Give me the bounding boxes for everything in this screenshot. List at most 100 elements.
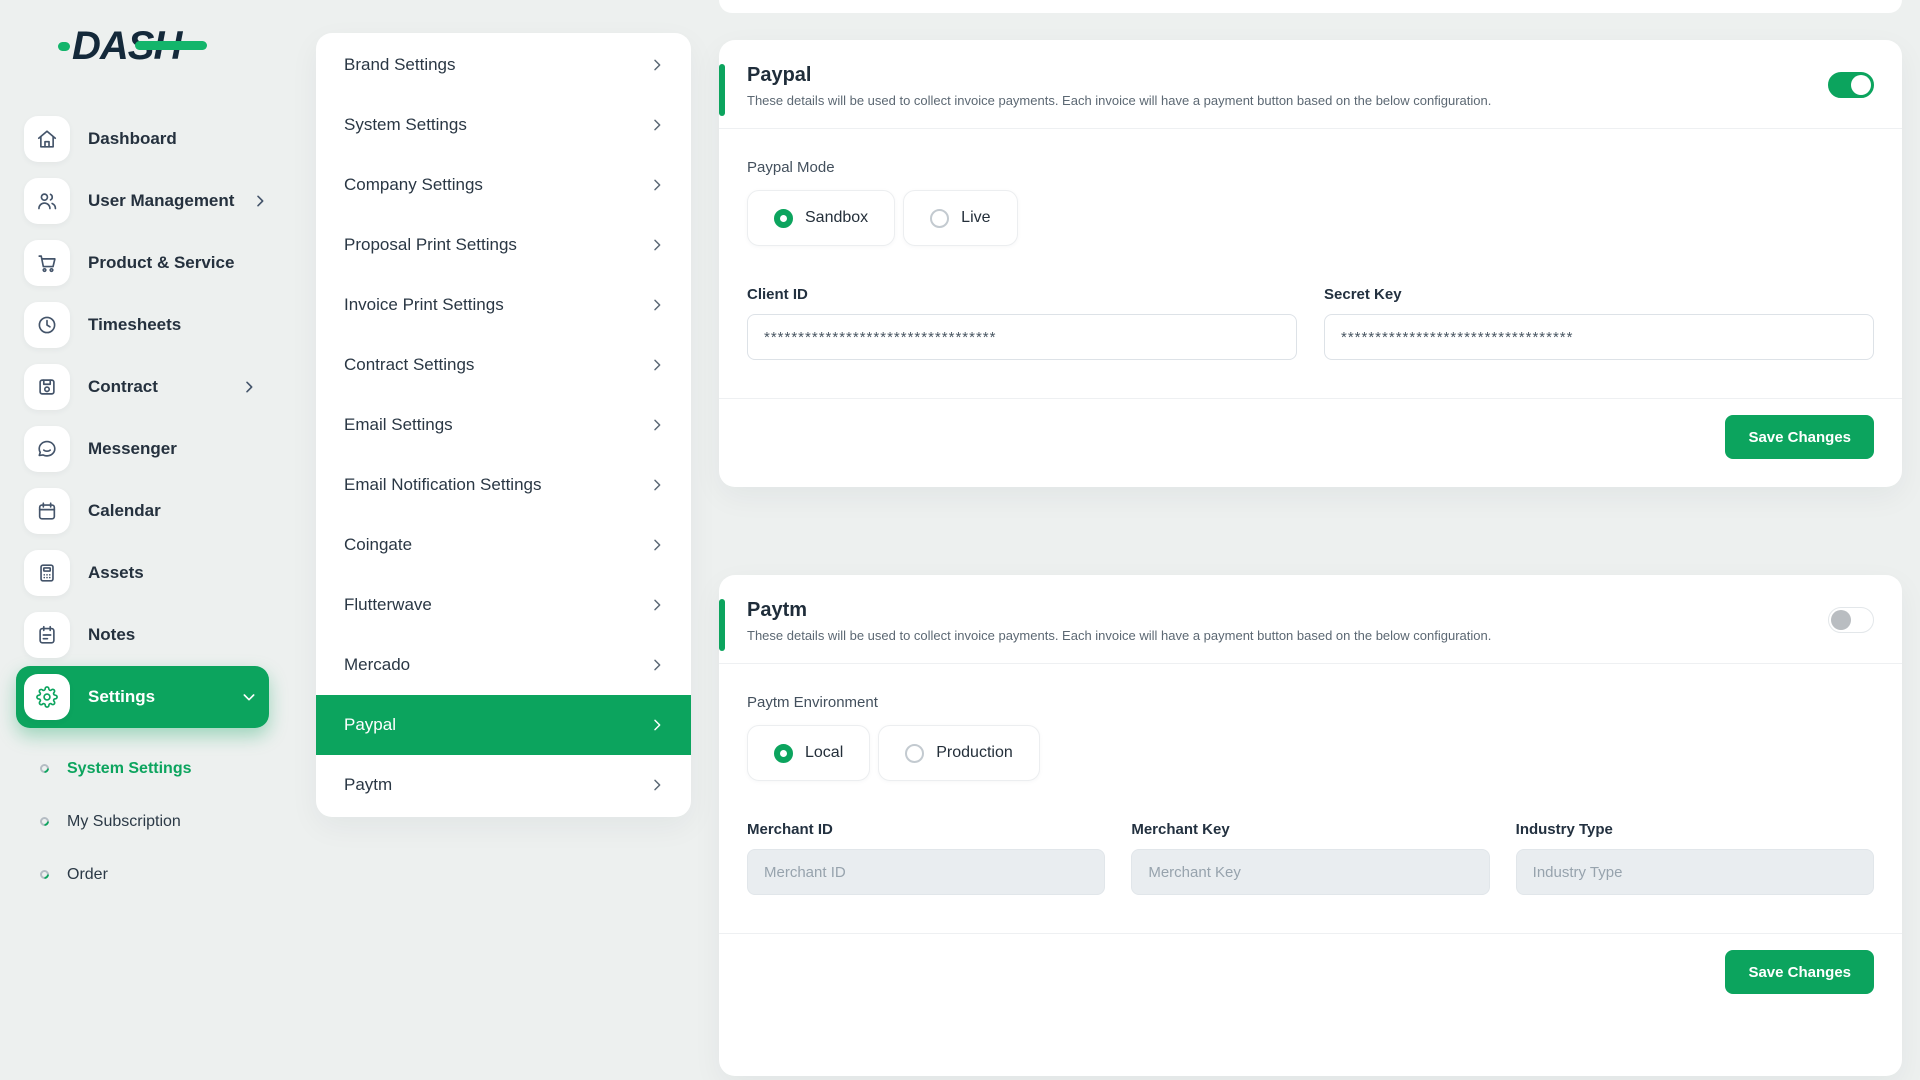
toggle-knob	[1831, 610, 1851, 630]
settings-menu-item[interactable]: Company Settings	[316, 155, 691, 215]
sidebar-item[interactable]: Calendar	[16, 480, 269, 542]
clock-icon	[36, 314, 58, 336]
chevron-right-icon	[649, 117, 665, 133]
sidebar-item[interactable]: Assets	[16, 542, 269, 604]
text-input[interactable]	[747, 314, 1297, 360]
form-field: Merchant ID	[747, 821, 1105, 895]
sidebar-subitem[interactable]: System Settings	[40, 742, 270, 795]
paytm-description: These details will be used to collect in…	[747, 628, 1874, 643]
chevron-right-icon	[649, 597, 665, 613]
chevron-right-icon	[649, 357, 665, 373]
chat-icon	[36, 438, 58, 460]
paypal-mode-options: Sandbox Live	[747, 190, 1874, 246]
chevron-right-icon	[649, 657, 665, 673]
save-changes-button[interactable]: Save Changes	[1725, 415, 1874, 459]
radio-option-label: Live	[961, 209, 990, 227]
field-label: Secret Key	[1324, 286, 1874, 303]
sidebar-item-label: Settings	[88, 687, 155, 707]
paytm-enabled-toggle[interactable]	[1828, 607, 1874, 633]
radio-option-label: Local	[805, 744, 843, 762]
app-logo: DASH	[72, 24, 181, 68]
settings-menu-item-label: Email Settings	[344, 415, 453, 435]
paypal-fields: Client ID Secret Key	[747, 286, 1874, 360]
settings-menu-item[interactable]: Paytm	[316, 755, 691, 815]
settings-menu-item[interactable]: Email Settings	[316, 395, 691, 455]
sidebar-item-icon-box	[24, 612, 70, 658]
sidebar-subitem[interactable]: Order	[40, 848, 270, 901]
settings-menu-item[interactable]: Email Notification Settings	[316, 455, 691, 515]
text-input[interactable]	[1131, 849, 1489, 895]
sidebar-item-label: Messenger	[88, 439, 177, 459]
calendar-icon	[36, 500, 58, 522]
form-field: Client ID	[747, 286, 1297, 360]
form-field: Merchant Key	[1131, 821, 1489, 895]
sidebar-item-icon-box	[24, 488, 70, 534]
paytm-environment-label: Paytm Environment	[747, 694, 1874, 711]
paypal-enabled-toggle[interactable]	[1828, 72, 1874, 98]
sidebar-item-icon-box	[24, 116, 70, 162]
sidebar-submenu: System Settings My Subscription Order	[40, 742, 270, 901]
settings-menu-item[interactable]: Proposal Print Settings	[316, 215, 691, 275]
form-field: Industry Type	[1516, 821, 1874, 895]
radio-option[interactable]: Live	[903, 190, 1017, 246]
sidebar-item[interactable]: Contract	[16, 356, 269, 418]
settings-menu-item-label: Invoice Print Settings	[344, 295, 504, 315]
radio-icon	[930, 209, 949, 228]
bullet-icon	[38, 762, 51, 775]
paytm-environment-options: Local Production	[747, 725, 1874, 781]
sidebar-item[interactable]: Dashboard	[16, 108, 269, 170]
chevron-right-icon	[649, 177, 665, 193]
accent-bar	[719, 599, 725, 651]
text-input[interactable]	[1516, 849, 1874, 895]
sidebar-menu: Dashboard User Management Product & Serv…	[16, 108, 269, 728]
settings-menu-item[interactable]: Coingate	[316, 515, 691, 575]
chevron-right-icon	[649, 417, 665, 433]
radio-icon	[774, 744, 793, 763]
text-input[interactable]	[747, 849, 1105, 895]
sidebar-item[interactable]: Messenger	[16, 418, 269, 480]
settings-menu-item[interactable]: Invoice Print Settings	[316, 275, 691, 335]
radio-option[interactable]: Local	[747, 725, 870, 781]
field-label: Client ID	[747, 286, 1297, 303]
sidebar-item-icon-box	[24, 426, 70, 472]
sidebar-item-label: Assets	[88, 563, 144, 583]
paypal-title: Paypal	[747, 64, 1874, 87]
settings-menu-item[interactable]: Brand Settings	[316, 35, 691, 95]
sidebar-item-label: User Management	[88, 191, 234, 211]
sidebar-item[interactable]: Product & Service	[16, 232, 269, 294]
main-content: Paypal These details will be used to col…	[719, 0, 1902, 1080]
settings-menu-item[interactable]: Paypal	[316, 695, 691, 755]
settings-menu-item[interactable]: Mercado	[316, 635, 691, 695]
settings-menu-item-label: Email Notification Settings	[344, 475, 541, 495]
accent-bar	[719, 64, 725, 116]
paypal-description: These details will be used to collect in…	[747, 93, 1874, 108]
settings-menu-item[interactable]: Flutterwave	[316, 575, 691, 635]
save-changes-button[interactable]: Save Changes	[1725, 950, 1874, 994]
sidebar-item[interactable]: User Management	[16, 170, 269, 232]
chevron-right-icon	[649, 537, 665, 553]
settings-menu-item[interactable]: System Settings	[316, 95, 691, 155]
settings-menu-item-label: Flutterwave	[344, 595, 432, 615]
settings-menu-item-label: Brand Settings	[344, 55, 456, 75]
radio-option[interactable]: Production	[878, 725, 1040, 781]
paypal-card-body: Paypal Mode Sandbox Live Client ID Secre…	[719, 129, 1902, 398]
paytm-card-body: Paytm Environment Local Production Merch…	[719, 664, 1902, 933]
sidebar-subitem[interactable]: My Subscription	[40, 795, 270, 848]
bullet-icon	[38, 815, 51, 828]
radio-option[interactable]: Sandbox	[747, 190, 895, 246]
paypal-card-footer: Save Changes	[719, 398, 1902, 487]
settings-menu-item[interactable]: Contract Settings	[316, 335, 691, 395]
sidebar-item-icon-box	[24, 364, 70, 410]
field-label: Merchant Key	[1131, 821, 1489, 838]
sidebar-subitem-label: My Subscription	[67, 813, 181, 831]
radio-icon	[774, 209, 793, 228]
contract-icon	[36, 376, 58, 398]
paypal-mode-label: Paypal Mode	[747, 159, 1874, 176]
bullet-icon	[38, 868, 51, 881]
sidebar-item[interactable]: Settings	[16, 666, 269, 728]
radio-option-label: Production	[936, 744, 1013, 762]
text-input[interactable]	[1324, 314, 1874, 360]
chevron-right-icon	[649, 777, 665, 793]
sidebar-item[interactable]: Notes	[16, 604, 269, 666]
sidebar-item[interactable]: Timesheets	[16, 294, 269, 356]
